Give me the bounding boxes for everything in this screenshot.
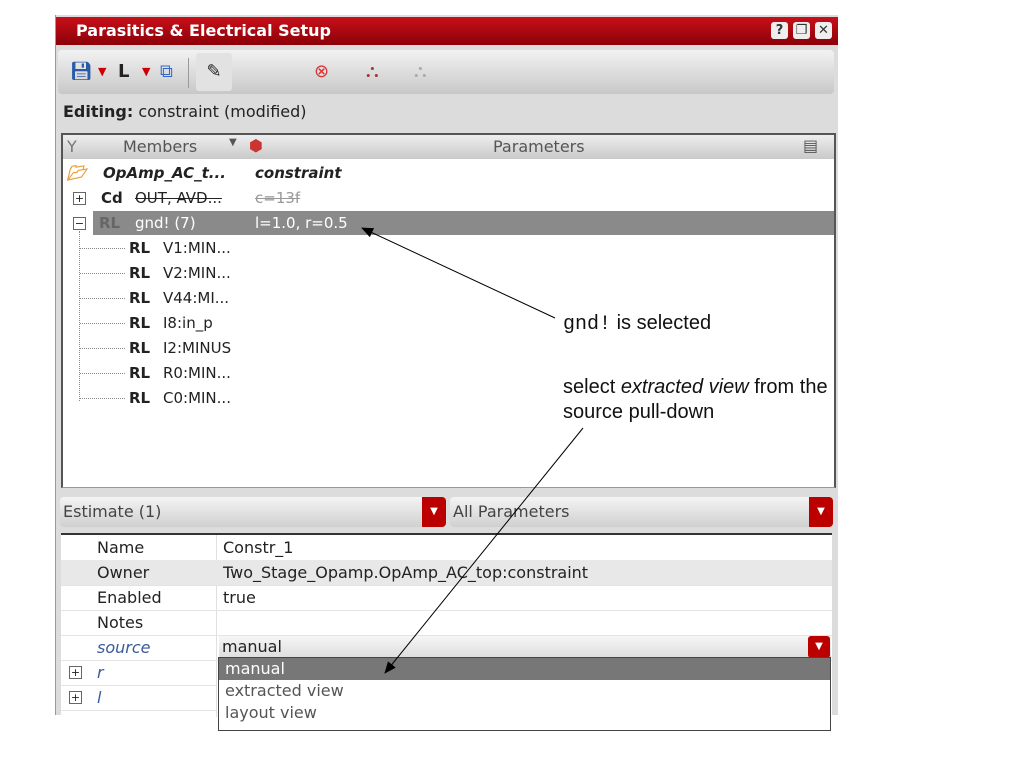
arrow-to-dropdown: [384, 427, 584, 674]
arrow-to-gnd: [361, 227, 556, 319]
annotation-arrows: [361, 227, 584, 674]
